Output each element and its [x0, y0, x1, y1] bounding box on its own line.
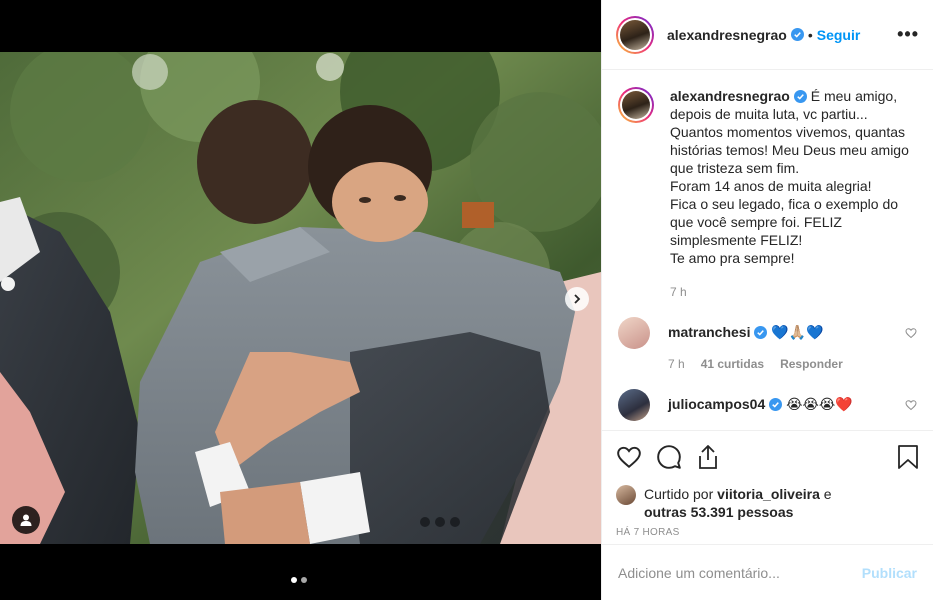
caption-line: Quantos momentos vivemos, quantas histór…	[670, 124, 909, 176]
likes-prefix: Curtido por	[644, 486, 714, 502]
caption-line: Te amo pra sempre!	[670, 250, 795, 266]
verified-badge-icon	[793, 90, 807, 103]
caption-time[interactable]: 7 h	[670, 283, 687, 301]
tagged-users-button[interactable]	[12, 506, 40, 534]
caption-line: Fica o seu legado, fica o exemplo do que…	[670, 196, 899, 248]
publish-button[interactable]: Publicar	[862, 565, 917, 581]
post-header: alexandresnegrao • Seguir •••	[602, 0, 933, 70]
comment-input[interactable]	[618, 564, 862, 581]
post-timestamp[interactable]: HÁ 7 HORAS	[616, 527, 919, 538]
verified-badge-icon	[790, 28, 804, 41]
caption-username[interactable]: alexandresnegrao	[670, 88, 790, 104]
comment-text: 💙🙏🏼💙	[771, 324, 824, 340]
chevron-right-icon	[574, 294, 581, 304]
author-avatar[interactable]	[616, 15, 654, 54]
likes-summary: Curtido por viitoria_oliveira e outras 5…	[616, 485, 919, 521]
liker-avatar[interactable]	[616, 485, 636, 505]
caption: alexandresnegrao É meu amigo, depois de …	[618, 87, 917, 301]
comment-body: juliocampos04 😭😭😭❤️ 7 h	[668, 389, 908, 430]
follow-button[interactable]: Seguir	[817, 27, 861, 43]
next-photo-button[interactable]	[565, 287, 589, 311]
save-button[interactable]	[897, 444, 919, 470]
header-separator: •	[807, 26, 813, 43]
like-comment-heart-icon[interactable]	[905, 399, 917, 411]
comment-body: matranchesi 💙🙏🏼💙 7 h 41 curtidas Respond…	[668, 317, 908, 373]
carousel-indicator	[291, 577, 307, 583]
verified-badge-icon	[754, 326, 768, 339]
caption-avatar[interactable]	[618, 87, 654, 123]
author-username[interactable]: alexandresnegrao	[667, 27, 787, 43]
commenter-username[interactable]: juliocampos04	[668, 396, 765, 412]
comment-text: 😭😭😭❤️	[786, 396, 853, 412]
comment-bubble-icon	[657, 445, 681, 469]
post-sidebar: alexandresnegrao • Seguir ••• alexandres…	[601, 0, 933, 600]
heart-icon	[617, 446, 641, 469]
likes-text: Curtido por viitoria_oliveira e outras 5…	[644, 485, 832, 521]
caption-line: Foram 14 anos de muita alegria!	[670, 178, 872, 194]
likes-connector: e	[823, 486, 832, 502]
comment-likes[interactable]: 41 curtidas	[701, 355, 764, 373]
verified-badge-icon	[769, 398, 783, 411]
bookmark-icon	[898, 445, 918, 469]
post-photo[interactable]	[0, 52, 601, 544]
commenter-username[interactable]: matranchesi	[668, 324, 750, 340]
liker-username[interactable]: viitoria_oliveira	[717, 486, 820, 502]
comments-list[interactable]: alexandresnegrao É meu amigo, depois de …	[602, 71, 933, 430]
commenter-avatar[interactable]	[618, 389, 650, 421]
reply-button[interactable]: Responder	[780, 355, 843, 373]
share-icon	[699, 445, 717, 469]
comment-item: matranchesi 💙🙏🏼💙 7 h 41 curtidas Respond…	[618, 317, 917, 373]
instagram-post-modal: alexandresnegrao • Seguir ••• alexandres…	[0, 0, 933, 600]
carousel-dot	[301, 577, 307, 583]
more-options-button[interactable]: •••	[897, 24, 919, 45]
caption-body: alexandresnegrao É meu amigo, depois de …	[670, 87, 910, 301]
carousel-dot	[291, 577, 297, 583]
action-icons	[616, 441, 919, 473]
share-button[interactable]	[696, 444, 720, 470]
likes-others-count[interactable]: outras 53.391 pessoas	[644, 504, 793, 520]
commenter-avatar[interactable]	[618, 317, 650, 349]
like-comment-heart-icon[interactable]	[905, 327, 917, 339]
media-area	[0, 0, 601, 600]
add-comment-bar: Publicar	[602, 544, 933, 600]
comment-button[interactable]	[656, 444, 682, 470]
comment-item: juliocampos04 😭😭😭❤️ 7 h	[618, 389, 917, 430]
user-icon	[20, 514, 32, 526]
post-actions: Curtido por viitoria_oliveira e outras 5…	[602, 430, 933, 538]
comment-time[interactable]: 7 h	[668, 355, 685, 373]
like-button[interactable]	[616, 444, 642, 470]
